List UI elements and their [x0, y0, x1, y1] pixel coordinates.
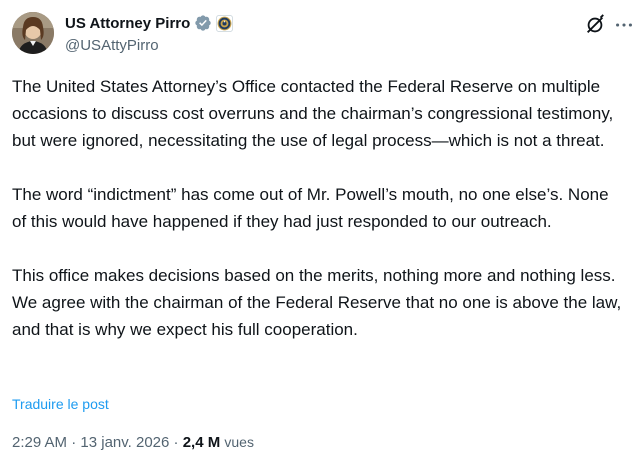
verified-badge-icon[interactable]: [194, 14, 212, 32]
doj-seal-icon[interactable]: [216, 14, 234, 32]
views-count: 2,4 M: [182, 434, 221, 451]
name-row: US Attorney Pirro: [65, 13, 234, 33]
meta-separator: ·: [169, 434, 183, 451]
meta-separator: ·: [67, 434, 81, 451]
tweet-meta: 2:29 AM · 13 janv. 2026 · 2,4 M vues: [12, 434, 254, 451]
tweet-text: The United States Attorney’s Office cont…: [12, 73, 622, 343]
translate-post-link[interactable]: Traduire le post: [12, 396, 109, 412]
tweet-paragraph: The word “indictment” has come out of Mr…: [12, 185, 609, 231]
tweet-paragraph: The United States Attorney’s Office cont…: [12, 77, 614, 150]
grok-icon[interactable]: [584, 14, 606, 36]
tweet-card: US Attorney Pirro @USAttyPirro The Unite…: [0, 0, 643, 471]
tweet-paragraph: This office makes decisions based on the…: [12, 266, 622, 339]
post-date[interactable]: 13 janv. 2026: [80, 434, 169, 451]
display-name[interactable]: US Attorney Pirro: [65, 15, 190, 32]
tweet-header: US Attorney Pirro @USAttyPirro: [65, 13, 234, 54]
more-options-icon[interactable]: [613, 14, 635, 36]
post-time[interactable]: 2:29 AM: [12, 434, 67, 451]
profile-photo-icon: [12, 12, 54, 54]
handle[interactable]: @USAttyPirro: [65, 37, 233, 54]
views-label: vues: [224, 434, 254, 450]
avatar[interactable]: [12, 12, 54, 54]
